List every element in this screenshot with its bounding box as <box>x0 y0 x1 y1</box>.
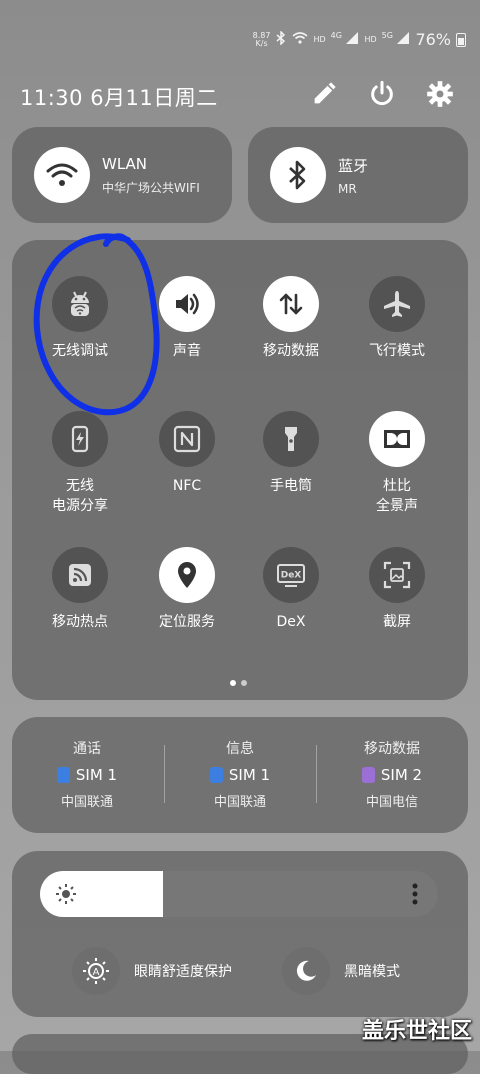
volume-icon <box>159 276 215 332</box>
hd-label-1: HD <box>313 34 326 44</box>
sim-card-icon <box>361 767 375 783</box>
wlan-network: 中华广场公共WIFI <box>102 180 200 195</box>
sim-label: SIM 2 <box>380 766 423 784</box>
date-time: 11:30 6月11日周二 <box>20 86 218 110</box>
status-bar: 8.87 K/s HD 4G HD 5G 76% <box>253 30 466 49</box>
power-share-icon <box>52 411 108 467</box>
tile-label: 移动热点 <box>52 614 108 630</box>
signal-icon-1: 4G <box>331 32 360 47</box>
edit-icon[interactable] <box>310 80 338 112</box>
sim-column[interactable]: 通话 SIM 1 中国联通 <box>12 738 162 810</box>
sim-card-icon <box>209 767 223 783</box>
dark-mode-toggle[interactable]: 黑暗模式 <box>282 947 400 995</box>
hotspot-icon <box>52 547 108 603</box>
tile-nfc[interactable]: NFC <box>132 411 242 496</box>
eye-comfort-icon: A <box>72 947 120 995</box>
sim-label: SIM 1 <box>228 766 271 784</box>
hd-label-2: HD <box>364 34 377 44</box>
header-actions <box>310 80 454 112</box>
tile-label: 移动数据 <box>263 343 319 359</box>
tile-data-transfer[interactable]: 移动数据 <box>236 276 346 361</box>
page-dot[interactable] <box>230 680 236 686</box>
bluetooth-status-icon <box>275 30 287 48</box>
tile-label: 无线 电源分享 <box>52 478 108 514</box>
tile-screenshot[interactable]: 截屏 <box>342 547 452 632</box>
svg-text:A: A <box>93 967 100 978</box>
battery-percent: 76% <box>415 30 451 49</box>
wifi-status-icon <box>292 32 308 47</box>
bluetooth-icon <box>270 147 326 203</box>
signal-icon-2: 5G <box>382 32 411 47</box>
sim-selector: SIM 1 <box>165 766 315 784</box>
wlan-card[interactable]: WLAN 中华广场公共WIFI <box>12 127 232 223</box>
sim-card-icon <box>56 767 70 783</box>
airplane-icon <box>369 276 425 332</box>
tile-power-share[interactable]: 无线 电源分享 <box>25 411 135 516</box>
sim-label: SIM 1 <box>75 766 118 784</box>
tile-dex[interactable]: DeX DeX <box>236 547 346 632</box>
bluetooth-device: MR <box>338 181 357 196</box>
location-icon <box>159 547 215 603</box>
sim-column[interactable]: 移动数据 SIM 2 中国电信 <box>317 738 467 810</box>
screenshot-icon <box>369 547 425 603</box>
annotation-circle <box>33 233 160 416</box>
flashlight-icon <box>263 411 319 467</box>
wlan-title: WLAN <box>102 154 148 173</box>
sim-heading: 通话 <box>73 741 101 757</box>
carrier-name: 中国联通 <box>213 795 266 810</box>
tile-label: 手电筒 <box>270 478 312 494</box>
sim-heading: 信息 <box>226 741 254 757</box>
tile-label: DeX <box>276 614 306 630</box>
wifi-icon <box>34 147 90 203</box>
carrier-name: 中国电信 <box>365 795 418 810</box>
bluetooth-title: 蓝牙 <box>338 156 369 175</box>
tile-label: 飞行模式 <box>369 343 425 359</box>
tile-dolby[interactable]: 杜比 全景声 <box>342 411 452 516</box>
brightness-slider[interactable] <box>40 871 438 917</box>
battery-icon <box>456 32 466 47</box>
tile-label: 杜比 全景声 <box>376 478 418 514</box>
tile-airplane[interactable]: 飞行模式 <box>342 276 452 361</box>
eye-comfort-label: 眼睛舒适度保护 <box>134 964 232 980</box>
dolby-icon <box>369 411 425 467</box>
sun-icon <box>56 884 76 908</box>
power-icon[interactable] <box>368 80 396 112</box>
svg-text:DeX: DeX <box>281 571 302 581</box>
dark-mode-label: 黑暗模式 <box>344 964 400 980</box>
eye-comfort-toggle[interactable]: A 眼睛舒适度保护 <box>72 947 232 995</box>
more-options-icon[interactable] <box>412 883 418 909</box>
tile-label: 声音 <box>173 343 201 359</box>
settings-icon[interactable] <box>426 80 454 112</box>
divider <box>164 745 165 803</box>
moon-icon <box>282 947 330 995</box>
bluetooth-card[interactable]: 蓝牙 MR <box>248 127 468 223</box>
tile-location[interactable]: 定位服务 <box>132 547 242 632</box>
tile-label: NFC <box>172 478 202 494</box>
carrier-name: 中国联通 <box>60 795 113 810</box>
tile-label: 定位服务 <box>159 614 215 630</box>
dex-icon: DeX <box>263 547 319 603</box>
sim-selector: SIM 2 <box>317 766 467 784</box>
watermark: 盖乐世社区 <box>361 1019 472 1044</box>
tile-label: 截屏 <box>383 614 411 630</box>
sim-column[interactable]: 信息 SIM 1 中国联通 <box>165 738 315 810</box>
sim-heading: 移动数据 <box>364 741 420 757</box>
page-indicator <box>230 680 247 686</box>
sim-selector: SIM 1 <box>12 766 162 784</box>
tile-hotspot[interactable]: 移动热点 <box>25 547 135 632</box>
tile-flashlight[interactable]: 手电筒 <box>236 411 346 496</box>
page-dot[interactable] <box>241 680 247 686</box>
nfc-icon <box>159 411 215 467</box>
net-speed: 8.87 K/s <box>252 30 271 48</box>
divider <box>316 745 317 803</box>
data-transfer-icon <box>263 276 319 332</box>
